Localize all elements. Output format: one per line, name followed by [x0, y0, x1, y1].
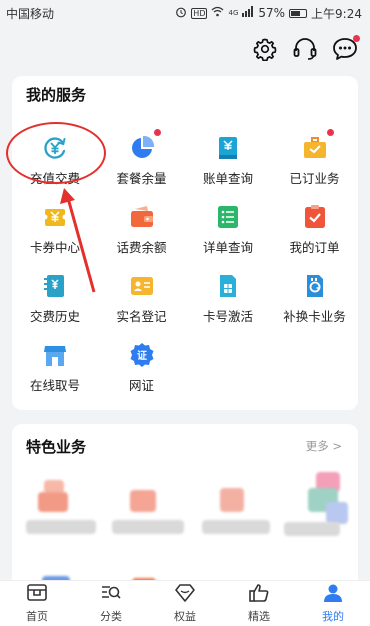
briefcase-icon: [302, 129, 334, 161]
nav-label: 我的: [322, 610, 344, 623]
service-label: 我的订单: [289, 240, 340, 255]
nav-item[interactable]: 权益: [148, 581, 222, 626]
id-card-icon: [129, 273, 155, 299]
nav-label: 精选: [248, 610, 270, 623]
service-item[interactable]: 已订业务: [272, 129, 358, 191]
service-label: 网证: [128, 378, 154, 393]
service-label: 已订业务: [289, 171, 340, 186]
notification-dot: [153, 129, 161, 136]
clock-time: 上午9:24: [311, 6, 362, 21]
store-icon: [42, 342, 68, 368]
bill-icon: [215, 135, 241, 161]
service-label: 补换卡业务: [283, 309, 346, 324]
status-indicators: HD 4G 57% 上午9:24: [175, 5, 362, 22]
message-badge: [353, 35, 360, 42]
history-icon: [42, 273, 68, 299]
sim-swap-icon: [302, 273, 328, 299]
nav-label: 权益: [174, 610, 196, 623]
messages-button[interactable]: [332, 35, 360, 62]
service-label: 在线取号: [29, 378, 80, 393]
notification-dot: [326, 129, 334, 136]
battery-percent: 57%: [258, 6, 286, 20]
nav-item[interactable]: 我的: [296, 581, 370, 626]
service-label: 话费余额: [116, 240, 167, 255]
wallet-icon: [129, 204, 155, 230]
wifi-icon: [211, 6, 224, 20]
nav-label: 分类: [100, 610, 122, 623]
hd-badge: HD: [191, 7, 208, 19]
pie-chart-icon: [129, 129, 161, 161]
service-item[interactable]: 我的订单: [272, 200, 358, 260]
thumbs-up-icon: [248, 583, 270, 608]
service-item[interactable]: 账单查询: [185, 131, 271, 191]
diamond-icon: [174, 583, 196, 608]
headset-icon: [293, 38, 317, 60]
service-item[interactable]: 卡号激活: [185, 269, 271, 329]
service-item[interactable]: 证网证: [99, 338, 185, 398]
service-item[interactable]: 详单查询: [185, 200, 271, 260]
gear-icon: [253, 38, 277, 61]
nav-item[interactable]: 精选: [222, 581, 296, 626]
status-bar: 中国移动 HD 4G 57% 上午9:24: [0, 0, 370, 26]
nav-item[interactable]: 分类: [74, 581, 148, 626]
service-label: 卡券中心: [29, 240, 80, 255]
service-item[interactable]: 实名登记: [99, 269, 185, 329]
service-item[interactable]: 在线取号: [12, 338, 98, 398]
annotation-highlight-circle: [6, 122, 106, 184]
service-label: 详单查询: [202, 240, 253, 255]
service-item[interactable]: 卡券中心: [12, 200, 98, 260]
customer-service-button[interactable]: [292, 36, 318, 62]
user-icon: [322, 583, 344, 608]
coupon-icon: [42, 204, 68, 230]
carrier-name: 中国移动: [6, 6, 55, 21]
service-label: 账单查询: [202, 171, 253, 186]
top-actions: [252, 35, 360, 62]
more-link[interactable]: 更多 >: [306, 438, 342, 454]
featured-item[interactable]: [282, 472, 358, 552]
battery-icon: [289, 8, 308, 18]
nav-item[interactable]: 首页: [0, 581, 74, 626]
featured-item[interactable]: [20, 480, 100, 550]
service-item[interactable]: 交费历史: [12, 269, 98, 329]
service-item[interactable]: 补换卡业务: [272, 269, 358, 329]
alarm-icon: [175, 6, 187, 21]
settings-button[interactable]: [252, 36, 278, 62]
service-item[interactable]: 话费余额: [99, 200, 185, 260]
service-label: 套餐余量: [116, 171, 167, 186]
sim-card-icon: [215, 273, 241, 299]
featured-item[interactable]: [108, 480, 188, 550]
featured-services-card: 特色业务 更多 >: [12, 424, 358, 604]
list-icon: [215, 204, 241, 230]
featured-services-title: 特色业务: [26, 438, 87, 456]
service-label: 交费历史: [29, 309, 80, 324]
my-services-title: 我的服务: [26, 86, 87, 104]
nav-label: 首页: [26, 610, 48, 623]
service-label: 实名登记: [116, 309, 167, 324]
service-label: 卡号激活: [202, 309, 253, 324]
bottom-navigation: 首页 分类 权益 精选 我的: [0, 580, 370, 626]
order-check-icon: [302, 204, 328, 230]
home-icon: [26, 583, 48, 608]
certificate-icon: 证: [129, 342, 155, 368]
featured-item[interactable]: [196, 480, 276, 550]
service-item[interactable]: 套餐余量: [99, 129, 185, 191]
svg-text:证: 证: [137, 350, 147, 362]
category-search-icon: [100, 583, 122, 608]
signal-icon: [242, 6, 254, 20]
network-type: 4G: [228, 8, 239, 17]
